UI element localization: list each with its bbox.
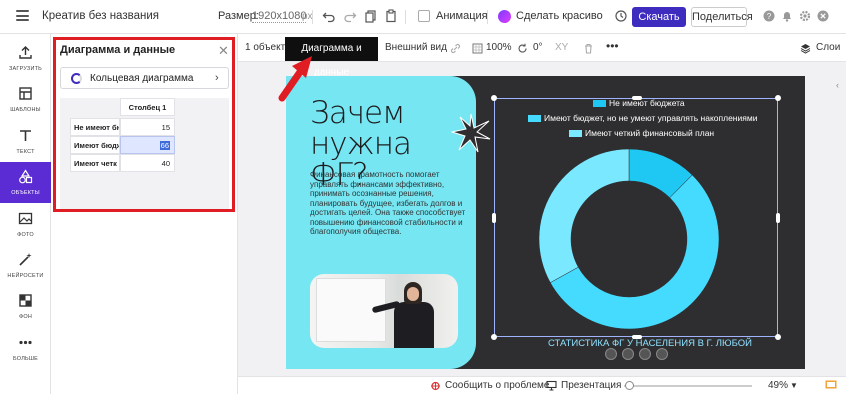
photo-icon (18, 212, 33, 225)
bug-report-icon[interactable] (430, 380, 441, 391)
resize-handle[interactable] (491, 334, 497, 340)
divider (312, 10, 313, 24)
duplicate-icon[interactable] (622, 348, 634, 360)
close-icon[interactable] (816, 9, 830, 23)
fullscreen-icon[interactable] (825, 380, 837, 391)
sidebar-item-templates[interactable]: ШАБЛОНЫ (0, 79, 51, 120)
link-icon[interactable] (450, 43, 461, 54)
chevron-down-icon[interactable]: ▼ (790, 381, 798, 390)
redo-icon[interactable] (343, 9, 357, 23)
resize-handle[interactable] (491, 95, 497, 101)
opacity-icon[interactable] (472, 43, 483, 54)
more-options-icon[interactable]: ••• (606, 39, 619, 53)
sidebar-item-text[interactable]: ТЕКСТ (0, 121, 51, 162)
sidebar-item-label: ОБЪЕКТЫ (11, 190, 40, 196)
sidebar-item-label: ФОТО (17, 232, 34, 238)
ai-wand-icon (19, 253, 32, 266)
resize-handle[interactable] (776, 213, 780, 223)
menu-icon[interactable] (16, 10, 29, 21)
magic-button[interactable]: Сделать красиво (516, 10, 603, 22)
document-title[interactable]: Креатив без названия (42, 10, 159, 22)
more-icon[interactable] (656, 348, 668, 360)
divider (405, 10, 406, 24)
resize-handle[interactable] (632, 96, 642, 100)
objects-icon (19, 169, 33, 184)
opacity-value[interactable]: 100% (486, 42, 512, 53)
animation-label: Анимация (436, 10, 488, 22)
settings-icon[interactable] (798, 9, 812, 23)
arrow-annotation-icon (278, 56, 312, 102)
size-value[interactable]: 1920x1080 (252, 10, 307, 23)
body-text[interactable]: Финансовая грамотность помогает управлят… (310, 170, 468, 237)
zoom-slider-thumb[interactable] (625, 381, 634, 390)
sidebar-item-photo[interactable]: ФОТО (0, 204, 51, 245)
sidebar-item-label: ЗАГРУЗИТЬ (9, 66, 42, 72)
top-bar: Креатив без названия Размер: 1920x1080 p… (0, 0, 846, 34)
notifications-icon[interactable] (780, 9, 794, 23)
animation-checkbox[interactable] (418, 10, 430, 22)
templates-icon (19, 87, 32, 100)
copy-icon[interactable] (364, 9, 378, 23)
highlight-box (53, 37, 235, 212)
presentation-button[interactable]: Презентация (561, 380, 621, 391)
starburst-icon[interactable] (451, 113, 491, 153)
sidebar-item-label: ТЕКСТ (16, 149, 35, 155)
sidebar-item-more[interactable]: БОЛЬШЕ (0, 328, 51, 369)
resize-handle[interactable] (775, 334, 781, 340)
background-icon (19, 294, 32, 307)
sidebar-item-label: ФОН (18, 314, 33, 320)
more-icon (19, 340, 32, 345)
sidebar-item-ai[interactable]: НЕЙРОСЕТИ (0, 245, 51, 286)
resize-handle[interactable] (632, 335, 642, 339)
person-face (407, 287, 419, 301)
info-card: Зачем нужна ФГ? Финансовая грамотность п… (286, 76, 476, 369)
rotate-handle-icon[interactable] (605, 348, 617, 360)
delete-icon[interactable] (583, 43, 594, 54)
share-button[interactable]: Поделиться (691, 7, 753, 27)
paste-icon[interactable] (384, 9, 398, 23)
sidebar-item-label: ШАБЛОНЫ (10, 107, 41, 113)
position-xy[interactable]: XY (555, 42, 568, 53)
sidebar-item-label: БОЛЬШЕ (13, 356, 38, 362)
rotation-value[interactable]: 0° (533, 42, 543, 53)
size-unit: px (302, 11, 313, 22)
text-icon (20, 130, 31, 141)
zoom-value[interactable]: 49% (768, 380, 788, 391)
divider (487, 10, 488, 24)
undo-icon[interactable] (322, 9, 336, 23)
person-body (394, 302, 434, 348)
sidebar-item-objects[interactable]: ОБЪЕКТЫ (0, 162, 51, 203)
presentation-icon[interactable] (546, 380, 557, 391)
svg-text:?: ? (767, 12, 772, 21)
zoom-slider-track[interactable] (624, 385, 752, 387)
sidebar-item-background[interactable]: ФОН (0, 286, 51, 327)
sidebar-item-label: НЕЙРОСЕТИ (7, 273, 44, 279)
help-icon[interactable]: ? (762, 9, 776, 23)
upload-icon (19, 46, 32, 59)
download-button[interactable]: Скачать (632, 7, 686, 27)
layers-icon[interactable] (800, 43, 811, 54)
report-problem-link[interactable]: Сообщить о проблеме (445, 380, 549, 391)
sidebar: ЗАГРУЗИТЬ ШАБЛОНЫ ТЕКСТ ОБЪЕКТЫ ФОТО НЕЙ… (0, 34, 51, 394)
delete-icon[interactable] (639, 348, 651, 360)
layers-label[interactable]: Слои (816, 42, 840, 53)
bottom-bar: Сообщить о проблеме Презентация 49% ▼ (238, 376, 846, 394)
history-icon[interactable] (614, 9, 628, 23)
photo-woman-at-whiteboard[interactable] (310, 274, 458, 348)
chevron-left-icon[interactable]: ‹ (836, 80, 846, 100)
chart-caption[interactable]: СТАТИСТИКА ФГ У НАСЕЛЕНИЯ В Г. ЛЮБОЙ (548, 338, 752, 349)
resize-handle[interactable] (492, 213, 496, 223)
magic-icon[interactable] (498, 10, 511, 23)
sidebar-item-upload[interactable]: ЗАГРУЗИТЬ (0, 38, 51, 79)
tab-appearance[interactable]: Внешний вид (385, 42, 447, 53)
resize-handle[interactable] (775, 95, 781, 101)
rotate-icon[interactable] (517, 43, 528, 54)
selection-frame (494, 98, 778, 337)
